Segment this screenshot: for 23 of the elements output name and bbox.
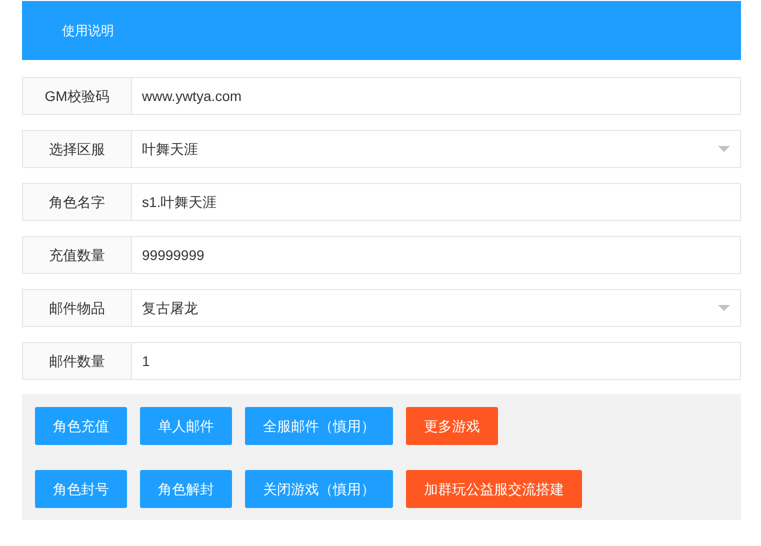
dropdown-caret-icon [718, 146, 730, 152]
field-label: GM校验码 [22, 77, 132, 115]
action-button[interactable]: 加群玩公益服交流搭建 [406, 470, 582, 508]
input-field[interactable]: s1.叶舞天涯 [132, 183, 741, 221]
dropdown-caret-icon [718, 305, 730, 311]
input-field[interactable]: 1 [132, 342, 741, 380]
action-button[interactable]: 更多游戏 [406, 407, 498, 445]
input-field[interactable]: 99999999 [132, 236, 741, 274]
field-label: 选择区服 [22, 130, 132, 168]
input-field[interactable]: www.ywtya.com [132, 77, 741, 115]
action-button[interactable]: 全服邮件（慎用） [245, 407, 393, 445]
action-button[interactable]: 角色充值 [35, 407, 127, 445]
field-label: 邮件物品 [22, 289, 132, 327]
action-button[interactable]: 单人邮件 [140, 407, 232, 445]
action-button[interactable]: 关闭游戏（慎用） [245, 470, 393, 508]
action-button[interactable]: 角色封号 [35, 470, 127, 508]
select-field[interactable]: 叶舞天涯 [132, 130, 741, 168]
field-label: 邮件数量 [22, 342, 132, 380]
action-button[interactable]: 角色解封 [140, 470, 232, 508]
field-label: 角色名字 [22, 183, 132, 221]
header-title: 使用说明 [62, 22, 114, 40]
select-field[interactable]: 复古屠龙 [132, 289, 741, 327]
field-label: 充值数量 [22, 236, 132, 274]
